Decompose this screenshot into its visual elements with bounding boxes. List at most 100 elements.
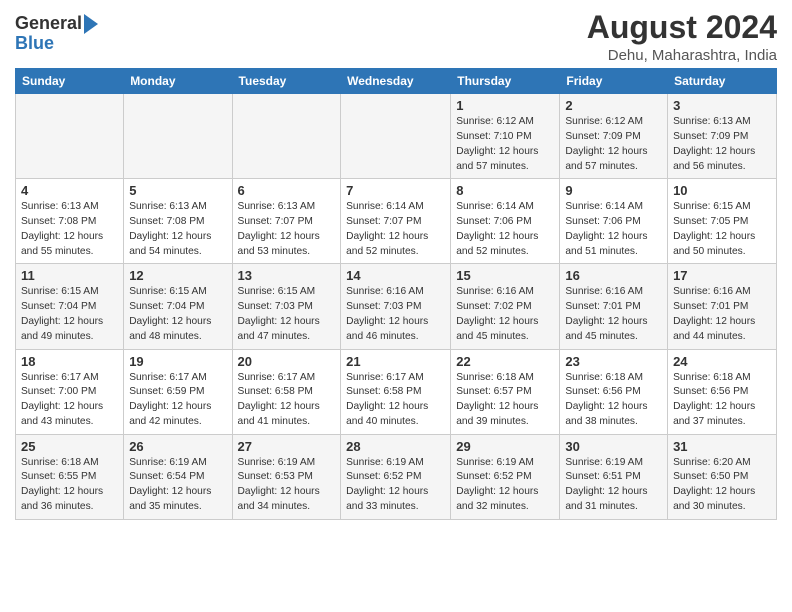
day-number: 18 bbox=[21, 354, 118, 369]
header-saturday: Saturday bbox=[668, 69, 777, 94]
day-info: Sunrise: 6:14 AMSunset: 7:06 PMDaylight:… bbox=[565, 200, 662, 259]
day-number: 28 bbox=[346, 439, 445, 454]
day-info: Sunrise: 6:15 AMSunset: 7:05 PMDaylight:… bbox=[673, 200, 771, 259]
day-number: 7 bbox=[346, 183, 445, 198]
day-info: Sunrise: 6:17 AMSunset: 6:59 PMDaylight:… bbox=[129, 371, 226, 430]
header: General Blue August 2024 Dehu, Maharasht… bbox=[15, 10, 777, 64]
day-info: Sunrise: 6:19 AMSunset: 6:52 PMDaylight:… bbox=[346, 456, 445, 515]
calendar-cell: 4Sunrise: 6:13 AMSunset: 7:08 PMDaylight… bbox=[16, 179, 124, 264]
day-info: Sunrise: 6:16 AMSunset: 7:03 PMDaylight:… bbox=[346, 285, 445, 344]
day-info: Sunrise: 6:13 AMSunset: 7:07 PMDaylight:… bbox=[238, 200, 336, 259]
calendar-cell: 26Sunrise: 6:19 AMSunset: 6:54 PMDayligh… bbox=[124, 434, 232, 519]
calendar-week-row: 18 Sunrise: 6:17 AMSunset: 7:00 PMDayligh… bbox=[16, 349, 777, 434]
day-info: Sunrise: 6:14 AMSunset: 7:07 PMDaylight:… bbox=[346, 200, 445, 259]
calendar-cell: 7 Sunrise: 6:14 AMSunset: 7:07 PMDaylight… bbox=[341, 179, 451, 264]
day-number: 29 bbox=[456, 439, 554, 454]
day-number: 30 bbox=[565, 439, 662, 454]
calendar-week-row: 4Sunrise: 6:13 AMSunset: 7:08 PMDaylight… bbox=[16, 179, 777, 264]
day-info: Sunrise: 6:18 AMSunset: 6:56 PMDaylight:… bbox=[673, 371, 771, 430]
calendar-cell: 9 Sunrise: 6:14 AMSunset: 7:06 PMDaylight… bbox=[560, 179, 668, 264]
calendar-cell: 14 Sunrise: 6:16 AMSunset: 7:03 PMDayligh… bbox=[341, 264, 451, 349]
calendar-cell: 27Sunrise: 6:19 AMSunset: 6:53 PMDayligh… bbox=[232, 434, 341, 519]
day-info: Sunrise: 6:13 AMSunset: 7:09 PMDaylight:… bbox=[673, 115, 771, 174]
calendar-cell: 12 Sunrise: 6:15 AMSunset: 7:04 PMDayligh… bbox=[124, 264, 232, 349]
calendar-table: Sunday Monday Tuesday Wednesday Thursday… bbox=[15, 68, 777, 520]
calendar-cell: 19Sunrise: 6:17 AMSunset: 6:59 PMDayligh… bbox=[124, 349, 232, 434]
calendar-week-row: 25Sunrise: 6:18 AMSunset: 6:55 PMDayligh… bbox=[16, 434, 777, 519]
day-number: 15 bbox=[456, 268, 554, 283]
calendar-cell bbox=[16, 94, 124, 179]
calendar-week-row: 11 Sunrise: 6:15 AMSunset: 7:04 PMDayligh… bbox=[16, 264, 777, 349]
day-info: Sunrise: 6:15 AMSunset: 7:03 PMDaylight:… bbox=[238, 285, 336, 344]
calendar-body: 1Sunrise: 6:12 AMSunset: 7:10 PMDaylight… bbox=[16, 94, 777, 520]
day-number: 20 bbox=[238, 354, 336, 369]
header-monday: Monday bbox=[124, 69, 232, 94]
day-info: Sunrise: 6:14 AMSunset: 7:06 PMDaylight:… bbox=[456, 200, 554, 259]
day-number: 11 bbox=[21, 268, 118, 283]
day-number: 8 bbox=[456, 183, 554, 198]
calendar-cell: 24 Sunrise: 6:18 AMSunset: 6:56 PMDayligh… bbox=[668, 349, 777, 434]
day-number: 17 bbox=[673, 268, 771, 283]
day-number: 22 bbox=[456, 354, 554, 369]
day-info: Sunrise: 6:13 AMSunset: 7:08 PMDaylight:… bbox=[129, 200, 226, 259]
day-number: 21 bbox=[346, 354, 445, 369]
day-info: Sunrise: 6:20 AMSunset: 6:50 PMDaylight:… bbox=[673, 456, 771, 515]
day-info: Sunrise: 6:12 AMSunset: 7:09 PMDaylight:… bbox=[565, 115, 662, 174]
day-number: 12 bbox=[129, 268, 226, 283]
calendar-cell bbox=[232, 94, 341, 179]
header-friday: Friday bbox=[560, 69, 668, 94]
calendar-cell: 10 Sunrise: 6:15 AMSunset: 7:05 PMDayligh… bbox=[668, 179, 777, 264]
calendar-cell: 2 Sunrise: 6:12 AMSunset: 7:09 PMDaylight… bbox=[560, 94, 668, 179]
calendar-cell: 17Sunrise: 6:16 AMSunset: 7:01 PMDayligh… bbox=[668, 264, 777, 349]
calendar-cell: 21Sunrise: 6:17 AMSunset: 6:58 PMDayligh… bbox=[341, 349, 451, 434]
day-info: Sunrise: 6:15 AMSunset: 7:04 PMDaylight:… bbox=[21, 285, 118, 344]
page-container: General Blue August 2024 Dehu, Maharasht… bbox=[0, 0, 792, 530]
day-number: 23 bbox=[565, 354, 662, 369]
day-number: 1 bbox=[456, 98, 554, 113]
day-info: Sunrise: 6:18 AMSunset: 6:57 PMDaylight:… bbox=[456, 371, 554, 430]
day-info: Sunrise: 6:15 AMSunset: 7:04 PMDaylight:… bbox=[129, 285, 226, 344]
day-info: Sunrise: 6:19 AMSunset: 6:51 PMDaylight:… bbox=[565, 456, 662, 515]
calendar-cell: 13 Sunrise: 6:15 AMSunset: 7:03 PMDayligh… bbox=[232, 264, 341, 349]
calendar-cell: 28 Sunrise: 6:19 AMSunset: 6:52 PMDayligh… bbox=[341, 434, 451, 519]
calendar-cell: 16 Sunrise: 6:16 AMSunset: 7:01 PMDayligh… bbox=[560, 264, 668, 349]
day-number: 14 bbox=[346, 268, 445, 283]
calendar-cell: 18 Sunrise: 6:17 AMSunset: 7:00 PMDayligh… bbox=[16, 349, 124, 434]
calendar-cell: 20 Sunrise: 6:17 AMSunset: 6:58 PMDayligh… bbox=[232, 349, 341, 434]
day-number: 10 bbox=[673, 183, 771, 198]
calendar-cell: 1Sunrise: 6:12 AMSunset: 7:10 PMDaylight… bbox=[451, 94, 560, 179]
day-info: Sunrise: 6:19 AMSunset: 6:52 PMDaylight:… bbox=[456, 456, 554, 515]
day-number: 31 bbox=[673, 439, 771, 454]
day-info: Sunrise: 6:16 AMSunset: 7:02 PMDaylight:… bbox=[456, 285, 554, 344]
calendar-cell: 22 Sunrise: 6:18 AMSunset: 6:57 PMDayligh… bbox=[451, 349, 560, 434]
calendar-cell: 15 Sunrise: 6:16 AMSunset: 7:02 PMDayligh… bbox=[451, 264, 560, 349]
header-thursday: Thursday bbox=[451, 69, 560, 94]
calendar-cell: 5 Sunrise: 6:13 AMSunset: 7:08 PMDaylight… bbox=[124, 179, 232, 264]
day-info: Sunrise: 6:17 AMSunset: 6:58 PMDaylight:… bbox=[238, 371, 336, 430]
calendar-week-row: 1Sunrise: 6:12 AMSunset: 7:10 PMDaylight… bbox=[16, 94, 777, 179]
day-number: 13 bbox=[238, 268, 336, 283]
header-sunday: Sunday bbox=[16, 69, 124, 94]
calendar-cell bbox=[124, 94, 232, 179]
calendar-header-row: Sunday Monday Tuesday Wednesday Thursday… bbox=[16, 69, 777, 94]
day-info: Sunrise: 6:17 AMSunset: 7:00 PMDaylight:… bbox=[21, 371, 118, 430]
header-tuesday: Tuesday bbox=[232, 69, 341, 94]
calendar-cell: 30 Sunrise: 6:19 AMSunset: 6:51 PMDayligh… bbox=[560, 434, 668, 519]
logo: General Blue bbox=[15, 14, 98, 54]
location-subtitle: Dehu, Maharashtra, India bbox=[587, 47, 777, 64]
calendar-cell: 31 Sunrise: 6:20 AMSunset: 6:50 PMDayligh… bbox=[668, 434, 777, 519]
logo-general-text: General bbox=[15, 14, 82, 34]
day-info: Sunrise: 6:16 AMSunset: 7:01 PMDaylight:… bbox=[565, 285, 662, 344]
calendar-cell: 8 Sunrise: 6:14 AMSunset: 7:06 PMDaylight… bbox=[451, 179, 560, 264]
day-number: 9 bbox=[565, 183, 662, 198]
day-info: Sunrise: 6:18 AMSunset: 6:56 PMDaylight:… bbox=[565, 371, 662, 430]
logo-blue-text: Blue bbox=[15, 34, 54, 54]
day-info: Sunrise: 6:18 AMSunset: 6:55 PMDaylight:… bbox=[21, 456, 118, 515]
day-number: 2 bbox=[565, 98, 662, 113]
day-info: Sunrise: 6:19 AMSunset: 6:53 PMDaylight:… bbox=[238, 456, 336, 515]
day-number: 16 bbox=[565, 268, 662, 283]
day-number: 5 bbox=[129, 183, 226, 198]
calendar-cell bbox=[341, 94, 451, 179]
day-number: 3 bbox=[673, 98, 771, 113]
day-number: 24 bbox=[673, 354, 771, 369]
